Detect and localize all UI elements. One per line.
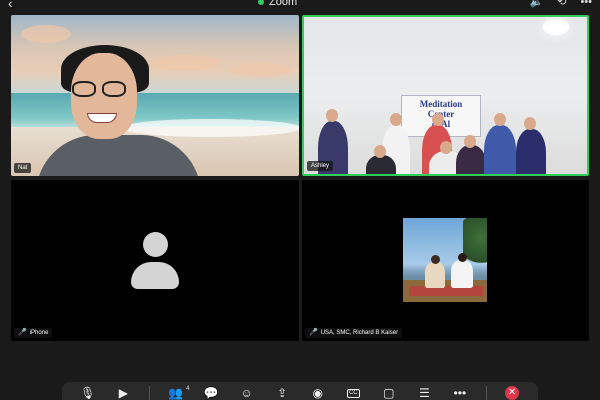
- toolbar-divider: [148, 386, 150, 400]
- record-icon[interactable]: ◉: [308, 386, 328, 400]
- meeting-toolbar: 🎙 ▶ 👥 4 💬 ☺ ⇪ ◉ CC ▢ ☰ ••• ✕: [62, 382, 538, 400]
- cloud: [231, 63, 291, 77]
- encryption-status-icon: [258, 0, 264, 5]
- group-person: [456, 145, 486, 174]
- profile-photo: [403, 218, 487, 302]
- mic-muted-icon: 🎤: [309, 329, 318, 336]
- cloud: [21, 25, 71, 43]
- captions-icon[interactable]: CC: [343, 386, 363, 400]
- person-head: [326, 109, 338, 122]
- meeting-title-area[interactable]: Zoom: [258, 0, 297, 8]
- group-person: [366, 155, 396, 174]
- video-icon[interactable]: ▶: [113, 386, 133, 400]
- top-bar: ‹ Zoom 🔈 ⟲ •••: [0, 0, 600, 10]
- end-meeting-button[interactable]: ✕: [502, 386, 522, 400]
- participant-name: Nat: [18, 165, 28, 171]
- mic-icon[interactable]: 🎙: [78, 386, 98, 400]
- apps-icon[interactable]: ▢: [379, 386, 399, 400]
- participant-name-tag: Ashley: [307, 161, 334, 171]
- app-title: Zoom: [269, 0, 298, 8]
- person-head: [494, 113, 506, 126]
- avatar-head: [143, 232, 168, 257]
- wave-foam: [121, 119, 299, 137]
- person-head: [432, 113, 444, 126]
- top-right-controls: 🔈 ⟲ •••: [530, 0, 592, 8]
- video-tile-iphone[interactable]: 🎤 iPhone: [11, 180, 299, 341]
- participants-icon[interactable]: 👥 4: [165, 386, 189, 400]
- zoom-meeting-window: ‹ Zoom 🔈 ⟲ ••• Nat Meditation Al Ashley …: [0, 0, 600, 400]
- participant-name-tag: 🎤 USA, SMC, Richard B Kaiser: [305, 328, 403, 338]
- person-head: [440, 141, 452, 154]
- video-tile-richard[interactable]: 🎤 USA, SMC, Richard B Kaiser: [302, 180, 589, 341]
- share-icon[interactable]: ⇪: [272, 386, 292, 400]
- participant-name: USA, SMC, Richard B Kaiser: [320, 330, 399, 336]
- participant-name: iPhone: [29, 330, 49, 336]
- person-head: [390, 113, 402, 126]
- person-head: [524, 117, 536, 130]
- glasses: [68, 81, 130, 97]
- sign-line: Meditation: [419, 99, 463, 109]
- chat-icon[interactable]: 💬: [201, 386, 221, 400]
- avatar: [131, 232, 179, 292]
- participant-name: Ashley: [311, 163, 330, 169]
- captions-label: CC: [346, 388, 360, 398]
- back-icon[interactable]: ‹: [8, 0, 13, 10]
- speaker-icon[interactable]: 🔈: [530, 0, 544, 8]
- cloud: [151, 55, 221, 71]
- toolbar-divider: [485, 386, 487, 400]
- reactions-icon[interactable]: ☺: [237, 386, 257, 400]
- notes-icon[interactable]: ☰: [414, 386, 434, 400]
- group-person: [484, 125, 516, 174]
- end-icon: ✕: [505, 386, 520, 400]
- more-icon[interactable]: •••: [580, 0, 592, 8]
- photo-person: [425, 262, 445, 288]
- camera-switch-icon[interactable]: ⟲: [557, 0, 566, 8]
- mic-muted-icon: 🎤: [18, 329, 27, 336]
- more-icon[interactable]: •••: [450, 386, 470, 400]
- avatar-body: [131, 262, 179, 289]
- photo-person-head: [458, 253, 467, 262]
- participant-name-tag: Nat: [14, 163, 32, 173]
- photo-person-head: [431, 255, 440, 264]
- video-tile-ashley[interactable]: Meditation Center of Al Ashley: [302, 15, 589, 176]
- group-person: [516, 129, 546, 174]
- video-tile-nat[interactable]: Nat: [11, 15, 299, 176]
- person-head: [374, 145, 386, 158]
- participant-name-tag: 🎤 iPhone: [14, 328, 53, 338]
- person-head: [464, 135, 476, 148]
- participants-count: 4: [186, 386, 190, 392]
- ceiling-light: [543, 19, 569, 35]
- photo-person: [451, 260, 473, 288]
